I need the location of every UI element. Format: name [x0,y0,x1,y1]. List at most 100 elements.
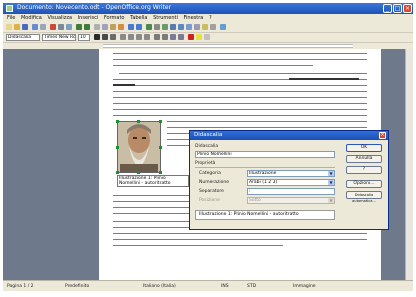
find-replace-icon[interactable] [170,24,176,30]
separator-input[interactable]: : [247,188,335,195]
bullets-icon[interactable] [162,34,168,40]
maximize-button[interactable]: □ [393,4,402,13]
menu-item-finestra[interactable]: Finestra [184,14,204,23]
align-left-icon[interactable] [120,34,126,40]
highlighting-icon[interactable] [196,34,202,40]
copy-icon[interactable] [102,24,108,30]
resize-handle[interactable] [159,171,162,174]
menu-item-modifica[interactable]: Modifica [21,14,42,23]
category-select[interactable]: Illustrazione ▼ [247,170,335,177]
font-name-select[interactable]: Times New Roman [42,34,76,41]
open-folder-icon[interactable] [14,24,20,30]
font-color-icon[interactable] [188,34,194,40]
gallery-icon[interactable] [186,24,192,30]
help-button[interactable]: ? [346,166,382,174]
cancel-button[interactable]: Annulla [346,155,382,163]
menu-item-help[interactable]: ? [209,14,212,23]
dialog-title-bar[interactable]: Didascalia × [190,131,388,140]
font-size-select[interactable]: 10 [78,34,90,41]
save-icon[interactable] [22,24,28,30]
autospellcheck-icon[interactable] [84,24,90,30]
text-line [113,109,367,110]
align-center-icon[interactable] [128,34,134,40]
resize-handle[interactable] [116,120,119,123]
email-icon[interactable] [32,24,38,30]
increase-indent-icon[interactable] [178,34,184,40]
menu-item-inserisci[interactable]: Inserisci [78,14,99,23]
redo-icon[interactable] [136,24,142,30]
resize-handle[interactable] [116,146,119,149]
status-object: Immagine [293,284,316,289]
edit-file-icon[interactable] [40,24,46,30]
spellcheck-icon[interactable] [76,24,82,30]
resize-handle[interactable] [137,120,140,123]
status-page[interactable]: Pagina 1 / 2 [7,284,34,289]
resize-handle[interactable] [159,146,162,149]
menu-item-file[interactable]: File [7,14,15,23]
portrait-image[interactable] [117,121,161,173]
dialog-close-button[interactable]: × [379,132,386,139]
format-paintbrush-icon[interactable] [118,24,124,30]
status-insert-mode[interactable]: INS [221,284,229,289]
status-page-style[interactable]: Predefinito [65,284,89,289]
cut-icon[interactable] [94,24,100,30]
status-language[interactable]: Italiano (Italia) [143,284,176,289]
properties-divider [195,167,335,168]
hyperlink-icon[interactable] [146,24,152,30]
print-icon[interactable] [58,24,64,30]
chevron-down-icon: ▼ [328,180,334,185]
zoom-icon[interactable] [210,24,216,30]
paragraph-style-select[interactable]: Didascalia [6,34,40,41]
caption-label: Didascalia [195,144,219,149]
help-icon[interactable] [220,24,226,30]
text-line [113,65,313,66]
new-document-icon[interactable] [6,24,12,30]
navigator-icon[interactable] [178,24,184,30]
datasources-icon[interactable] [194,24,200,30]
menu-item-strumenti[interactable]: Strumenti [153,14,178,23]
minimize-button[interactable]: _ [383,4,392,13]
bold-text-span [289,78,359,80]
resize-handle[interactable] [137,171,140,174]
options-button[interactable]: Opzioni... [346,180,382,188]
caption-text-input[interactable]: Plinio Nomellini [195,151,335,158]
resize-handle[interactable] [116,171,119,174]
numbering-select[interactable]: Arabi (1 2 3) ▼ [247,179,335,186]
export-pdf-icon[interactable] [50,24,56,30]
text-line [167,121,367,122]
text-line [113,59,367,60]
align-right-icon[interactable] [136,34,142,40]
ruler-strip [103,44,353,48]
table-icon[interactable] [154,24,160,30]
underline-icon[interactable] [110,34,116,40]
text-line [113,233,367,234]
background-color-icon[interactable] [204,34,210,40]
bold-icon[interactable] [94,34,100,40]
numbering-icon[interactable] [154,34,160,40]
autocaption-button[interactable]: Didascalia automatica... [346,191,382,203]
menu-item-formato[interactable]: Formato [104,14,125,23]
decrease-indent-icon[interactable] [170,34,176,40]
position-select[interactable]: Sotto ▼ [247,197,335,204]
resize-handle[interactable] [159,120,162,123]
paste-icon[interactable] [110,24,116,30]
category-label: Categoria [199,171,221,176]
undo-icon[interactable] [128,24,134,30]
italic-icon[interactable] [102,34,108,40]
show-draw-icon[interactable] [162,24,168,30]
status-selection-mode[interactable]: STD [247,284,256,289]
page-preview-icon[interactable] [66,24,72,30]
caption-dialog: Didascalia × Didascalia Plinio Nomellini… [189,130,389,230]
nonprinting-chars-icon[interactable] [202,24,208,30]
close-button[interactable]: × [403,4,412,13]
properties-label: Proprietà [195,161,216,166]
chevron-down-icon: ▼ [328,198,334,203]
window-title: Documento: Novecento.odt - OpenOffice.or… [17,4,172,11]
menu-item-visualizza[interactable]: Visualizza [47,14,72,23]
ok-button[interactable]: OK [346,144,382,152]
text-line [113,91,367,92]
menu-item-tabella[interactable]: Tabella [130,14,147,23]
image-caption[interactable]: Illustrazione 1: Plinio Nomellini - auto… [117,175,189,187]
vertical-scrollbar[interactable] [405,49,413,280]
justify-icon[interactable] [144,34,150,40]
